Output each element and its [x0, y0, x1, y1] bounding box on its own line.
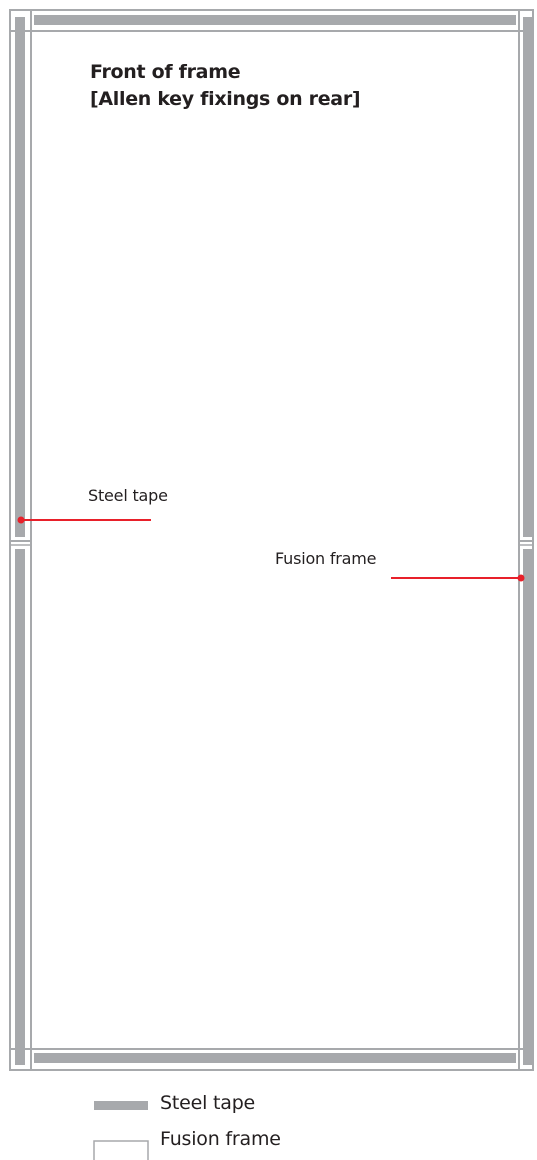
fusion-frame-inner-panel: [30, 30, 520, 1050]
fusion-frame-outer: [9, 9, 534, 1071]
legend-fusion-frame-swatch: [93, 1140, 149, 1160]
steel-tape-left-lower: [15, 549, 25, 1065]
steel-tape-left-upper: [15, 17, 25, 537]
diagram-title-line-2: [Allen key fixings on rear]: [90, 88, 361, 110]
steel-tape-top: [34, 15, 516, 25]
steel-tape-right-upper: [523, 17, 533, 537]
frame-diagram: [9, 9, 534, 1160]
fusion-frame-callout-label: Fusion frame: [275, 549, 377, 568]
diagram-title-line-1: Front of frame: [90, 61, 241, 83]
legend-steel-tape-label: Steel tape: [160, 1092, 256, 1114]
steel-tape-bottom: [34, 1053, 516, 1063]
steel-tape-right-lower: [523, 549, 533, 1065]
steel-tape-callout-dot: [17, 516, 25, 524]
steel-tape-callout-label: Steel tape: [88, 486, 168, 505]
fusion-frame-callout-dot: [517, 574, 525, 582]
legend-fusion-frame-label: Fusion frame: [160, 1128, 281, 1150]
legend-steel-tape-swatch: [94, 1101, 148, 1110]
